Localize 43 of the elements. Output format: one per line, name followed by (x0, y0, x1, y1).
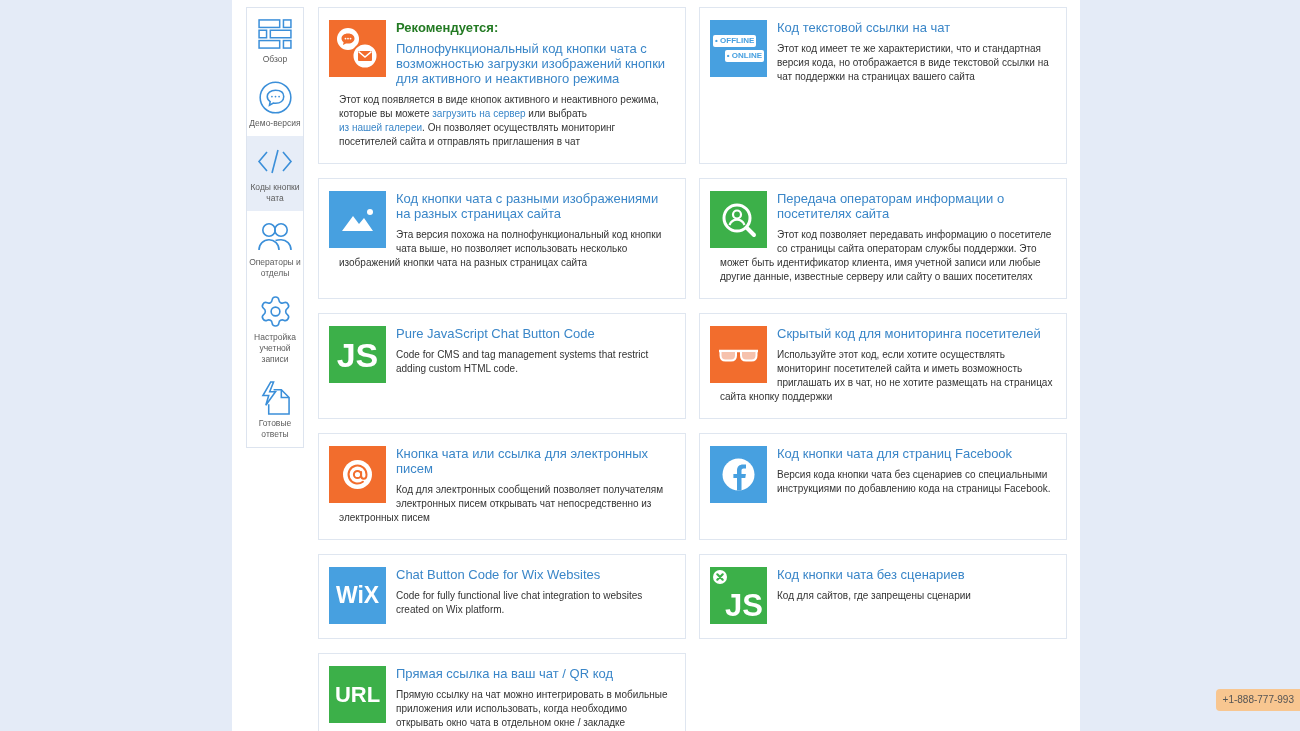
card-title[interactable]: Передача операторам информации о посетителях сайта (777, 191, 1056, 221)
card-title[interactable]: Pure JavaScript Chat Button Code (396, 326, 675, 341)
card-title[interactable]: Кнопка чата или ссылка для электронных писем (396, 446, 675, 476)
card-description: Code for CMS and tag management systems that restrict adding custom HTML code. (396, 348, 650, 376)
card-description: Код для сайтов, где запрещены сценарии (777, 589, 972, 603)
sidebar-item[interactable]: Демо-версия (247, 72, 303, 136)
card-title[interactable]: Код кнопки чата с разными изображениями на разных страницах сайта (396, 191, 675, 221)
phone-badge[interactable]: +1-888-777-993 (1215, 689, 1300, 711)
card-title[interactable]: Полнофункциональный код кнопки чата с возможностью загрузки изображений кнопки для активного и неактивного режима (396, 41, 675, 86)
users-icon (258, 222, 292, 251)
sidebar-item[interactable]: Коды кнопки чата (247, 136, 303, 211)
card-description: Код для электронных сообщений позволяет получателям электронных писем открывать чат непосредственно из электронных писем (338, 483, 665, 525)
card-description: Эта версия похожа на полнофункциональный код кнопки чата выше, но позволяет использовать несколько изображений кнопки чата на разных страницах сайта (338, 228, 663, 270)
card-description: Code for fully functional live chat integration to websites created on Wix platform. (396, 589, 644, 617)
card-description: Этот код появляется в виде кнопок активного и неактивного режима, которые вы можете загрузить на сервер или выбрать из нашей галереи. Он позволяет осуществлять мониторинг посетителей сайта и отправлять приглашения в чат (338, 93, 660, 149)
logo-text: JS (725, 590, 763, 621)
wix-logo: WiX (329, 567, 386, 624)
card-description: Прямую ссылку на чат можно интегрировать в мобильные приложения или использовать, когда необходимо открывать окно чата в отдельном окне / закладке (396, 688, 669, 730)
status-tag: • OFFLINE (713, 35, 757, 47)
sidebar-item[interactable]: Обзор (247, 8, 303, 72)
recommended-label: Рекомендуется: (396, 20, 500, 35)
x-circle-icon (713, 570, 727, 584)
description-link[interactable]: загрузить на сервер (432, 108, 526, 119)
js-logo: JS (329, 326, 386, 383)
chat-bubble-icon (258, 81, 292, 114)
card-description: Версия кода кнопки чата без сценариев со специальными инструкциями по добавлению кода на страницы Facebook. (776, 468, 1052, 496)
sidebar-item[interactable]: Настройка учетной записи (247, 286, 303, 372)
card-description: Этот код позволяет передавать информацию о посетителе со страницы сайта операторам службы поддержки. Это может быть идентификатор клиента, имя учетной записи или любые другие данные, известные серверу или сайту о ваших посетителях (719, 228, 1053, 284)
code-icon (257, 149, 293, 174)
card-title[interactable]: Прямая ссылка на ваш чат / QR код (396, 666, 675, 681)
card-title[interactable]: Chat Button Code for Wix Websites (396, 567, 675, 582)
sidebar-item[interactable]: Операторы и отделы (247, 211, 303, 286)
card-description: Используйте этот код, если хотите осуществлять мониторинг посетителей сайта и иметь возможность приглашать их в чат, но не хотите размещать на страницах сайта кнопку поддержки (719, 348, 1054, 404)
card-description: Этот код имеет те же характеристики, что и стандартная версия кода, но отображается в виде текстовой ссылки на чат поддержки на страницах вашего сайта (777, 42, 1050, 84)
card-title[interactable]: Скрытый код для мониторинга посетителей (777, 326, 1056, 341)
sidebar-item[interactable]: Готовые ответы (247, 372, 303, 447)
card-title[interactable]: Код кнопки чата для страниц Facebook (777, 446, 1056, 461)
card-title[interactable]: Код текстовой ссылки на чат (777, 20, 1056, 35)
url-logo: URL (329, 666, 386, 723)
status-tag: • ONLINE (724, 50, 764, 62)
card-title[interactable]: Код кнопки чата без сценариев (777, 567, 1056, 582)
layout-icon (258, 18, 292, 49)
document-bolt-icon (259, 380, 291, 415)
